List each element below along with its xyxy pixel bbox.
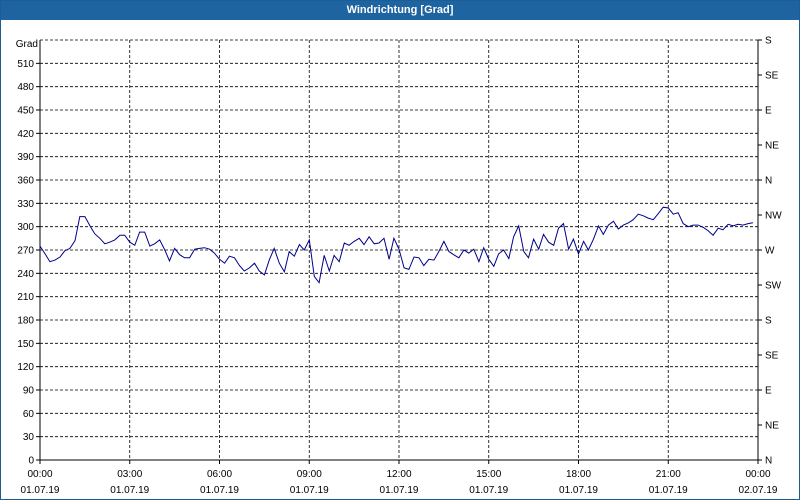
x-tick-date-label: 02.07.19: [739, 485, 778, 496]
y-tick-label: 360: [17, 176, 34, 187]
compass-tick-label: N: [765, 176, 772, 187]
compass-tick-label: W: [765, 246, 775, 257]
x-tick-time-label: 18:00: [566, 469, 591, 480]
x-tick-date-label: 01.07.19: [649, 485, 688, 496]
y-tick-label: 90: [23, 386, 35, 397]
x-tick-date-label: 01.07.19: [559, 485, 598, 496]
wind-direction-line: [39, 206, 753, 284]
x-tick-time-label: 00:00: [27, 469, 52, 480]
compass-tick-label: SE: [765, 71, 779, 82]
chart-series: [39, 206, 753, 284]
compass-tick-label: N: [765, 456, 772, 467]
x-tick-date-label: 01.07.19: [380, 485, 419, 496]
x-tick-date-label: 01.07.19: [469, 485, 508, 496]
y-tick-label: 60: [23, 409, 35, 420]
x-tick-time-label: 12:00: [386, 469, 411, 480]
y-tick-label: 480: [17, 82, 34, 93]
x-tick-date-label: 01.07.19: [200, 485, 239, 496]
x-tick-time-label: 06:00: [207, 469, 232, 480]
x-tick-time-label: 21:00: [656, 469, 681, 480]
x-tick-time-label: 15:00: [476, 469, 501, 480]
compass-tick-label: SE: [765, 351, 779, 362]
compass-tick-label: S: [765, 316, 772, 327]
x-tick-date-label: 01.07.19: [290, 485, 329, 496]
compass-tick-label: E: [765, 106, 772, 117]
y-tick-label: 420: [17, 129, 34, 140]
wind-direction-chart: 0 30 60 90 120 150 180 210 240 270 300 330 360 390 420…: [16, 36, 782, 497]
y-tick-label: 150: [17, 339, 34, 350]
compass-tick-label: S: [765, 36, 772, 47]
x-tick-date-label: 01.07.19: [110, 485, 149, 496]
compass-tick-label: NW: [765, 211, 782, 222]
y-tick-label: 270: [17, 246, 34, 257]
y-tick-label: 330: [17, 199, 34, 210]
y-tick-label: 0: [28, 456, 34, 467]
x-tick-time-label: 03:00: [117, 469, 142, 480]
compass-tick-label: NE: [765, 421, 779, 432]
compass-tick-label: E: [765, 386, 772, 397]
x-tick-date-label: 01.07.19: [21, 485, 60, 496]
x-tick-time-label: 09:00: [297, 469, 322, 480]
y-tick-label: 390: [17, 152, 34, 163]
y-axis-title: Grad: [16, 39, 38, 50]
y-tick-label: 180: [17, 316, 34, 327]
y-tick-label: 300: [17, 222, 34, 233]
y-tick-label: 30: [23, 432, 35, 443]
y-tick-label: 120: [17, 362, 34, 373]
compass-tick-label: SW: [765, 281, 782, 292]
y-tick-label: 510: [17, 59, 34, 70]
y-tick-label: 240: [17, 269, 34, 280]
y-tick-label: 450: [17, 106, 34, 117]
compass-tick-label: NE: [765, 141, 779, 152]
x-tick-time-label: 00:00: [745, 469, 770, 480]
y-tick-label: 210: [17, 292, 34, 303]
